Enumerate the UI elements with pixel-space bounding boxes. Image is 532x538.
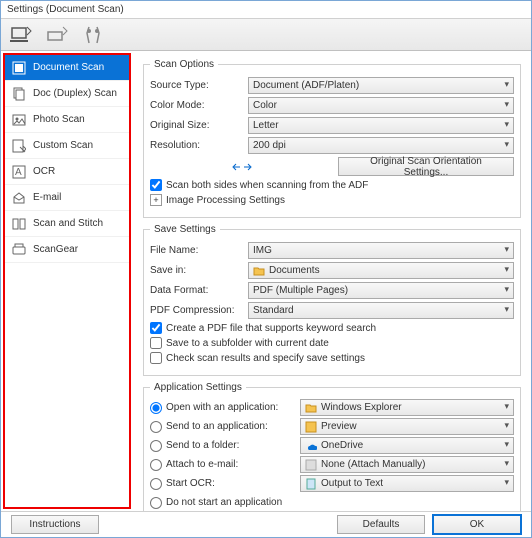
custom-scan-icon: [11, 138, 27, 154]
save-in-select[interactable]: Documents: [248, 262, 514, 279]
scan-options-legend: Scan Options: [150, 59, 218, 70]
send-to-folder-select[interactable]: OneDrive: [300, 437, 514, 454]
source-type-select[interactable]: Document (ADF/Platen): [248, 77, 514, 94]
start-ocr-label: Start OCR:: [166, 478, 215, 489]
sidebar-item-label: Document Scan: [33, 62, 104, 73]
start-ocr-select[interactable]: Output to Text: [300, 475, 514, 492]
save-settings-group: Save Settings File Name: IMG Save in: Do…: [143, 224, 521, 376]
window-title: Settings (Document Scan): [7, 4, 124, 15]
scan-both-sides-checkbox[interactable]: [150, 179, 162, 191]
onedrive-icon: [304, 439, 317, 452]
email-icon: [11, 190, 27, 206]
image-processing-label: Image Processing Settings: [166, 195, 285, 206]
data-format-label: Data Format:: [150, 285, 248, 296]
save-subfolder-checkbox[interactable]: [150, 337, 162, 349]
application-settings-group: Application Settings Open with an applic…: [143, 382, 521, 511]
resolution-select[interactable]: 200 dpi: [248, 137, 514, 154]
pdf-compression-label: PDF Compression:: [150, 305, 248, 316]
sidebar-item-label: Doc (Duplex) Scan: [33, 88, 117, 99]
send-to-app-label: Send to an application:: [166, 421, 268, 432]
document-scan-icon: [11, 60, 27, 76]
check-scan-results-label: Check scan results and specify save sett…: [166, 353, 365, 364]
sidebar-item-label: OCR: [33, 166, 55, 177]
sidebar-item-custom-scan[interactable]: Custom Scan: [5, 133, 129, 159]
save-subfolder-label: Save to a subfolder with current date: [166, 338, 329, 349]
sidebar-item-photo-scan[interactable]: Photo Scan: [5, 107, 129, 133]
send-to-folder-label: Send to a folder:: [166, 440, 239, 451]
scan-options-group: Scan Options Source Type: Document (ADF/…: [143, 59, 521, 218]
create-pdf-keyword-checkbox[interactable]: [150, 322, 162, 334]
scan-both-sides-label: Scan both sides when scanning from the A…: [166, 180, 368, 191]
sidebar-item-scangear[interactable]: ScanGear: [5, 237, 129, 263]
sidebar-item-doc-duplex-scan[interactable]: Doc (Duplex) Scan: [5, 81, 129, 107]
photo-scan-icon: [11, 112, 27, 128]
sidebar-item-email[interactable]: E-mail: [5, 185, 129, 211]
general-settings-icon[interactable]: [81, 23, 105, 47]
sidebar-item-label: Scan and Stitch: [33, 218, 103, 229]
check-scan-results-checkbox[interactable]: [150, 352, 162, 364]
stitch-icon: [11, 216, 27, 232]
open-with-app-radio[interactable]: [150, 402, 162, 414]
create-pdf-keyword-label: Create a PDF file that supports keyword …: [166, 323, 376, 334]
link-icon[interactable]: [232, 161, 252, 173]
sidebar: Document Scan Doc (Duplex) Scan Photo Sc…: [3, 53, 131, 509]
ocr-icon: A: [11, 164, 27, 180]
folder-icon: [252, 264, 265, 277]
image-processing-expander[interactable]: + Image Processing Settings: [150, 194, 514, 206]
pdf-compression-select[interactable]: Standard: [248, 302, 514, 319]
text-output-icon: [304, 477, 317, 490]
send-to-app-select[interactable]: Preview: [300, 418, 514, 435]
color-mode-select[interactable]: Color: [248, 97, 514, 114]
original-size-select[interactable]: Letter: [248, 117, 514, 134]
plus-icon: +: [150, 194, 162, 206]
no-start-app-label: Do not start an application: [166, 497, 282, 508]
sidebar-item-scan-stitch[interactable]: Scan and Stitch: [5, 211, 129, 237]
save-in-label: Save in:: [150, 265, 248, 276]
duplex-scan-icon: [11, 86, 27, 102]
instructions-button[interactable]: Instructions: [11, 515, 99, 534]
sidebar-item-label: ScanGear: [33, 244, 78, 255]
sidebar-item-label: E-mail: [33, 192, 61, 203]
open-with-app-label: Open with an application:: [166, 402, 278, 413]
explorer-icon: [304, 401, 317, 414]
sidebar-item-document-scan[interactable]: Document Scan: [5, 55, 129, 81]
file-name-input[interactable]: IMG: [248, 242, 514, 259]
svg-text:A: A: [15, 167, 22, 178]
resolution-label: Resolution:: [150, 140, 248, 151]
save-settings-legend: Save Settings: [150, 224, 220, 235]
attach-email-radio[interactable]: [150, 459, 162, 471]
send-to-app-radio[interactable]: [150, 421, 162, 433]
open-with-app-select[interactable]: Windows Explorer: [300, 399, 514, 416]
original-size-label: Original Size:: [150, 120, 248, 131]
attach-email-label: Attach to e-mail:: [166, 459, 238, 470]
scan-from-panel-icon[interactable]: [45, 23, 69, 47]
sidebar-item-label: Photo Scan: [33, 114, 85, 125]
source-type-label: Source Type:: [150, 80, 248, 91]
titlebar: Settings (Document Scan): [1, 1, 531, 19]
sidebar-item-ocr[interactable]: A OCR: [5, 159, 129, 185]
defaults-button[interactable]: Defaults: [337, 515, 425, 534]
application-settings-legend: Application Settings: [150, 382, 246, 393]
sidebar-item-label: Custom Scan: [33, 140, 93, 151]
preview-icon: [304, 420, 317, 433]
main-panel: Scan Options Source Type: Document (ADF/…: [133, 51, 531, 511]
file-name-label: File Name:: [150, 245, 248, 256]
no-start-app-radio[interactable]: [150, 497, 162, 509]
none-icon: [304, 458, 317, 471]
attach-email-select[interactable]: None (Attach Manually): [300, 456, 514, 473]
send-to-folder-radio[interactable]: [150, 440, 162, 452]
scangear-icon: [11, 242, 27, 258]
color-mode-label: Color Mode:: [150, 100, 248, 111]
footer: Instructions Defaults OK: [1, 511, 531, 537]
start-ocr-radio[interactable]: [150, 478, 162, 490]
data-format-select[interactable]: PDF (Multiple Pages): [248, 282, 514, 299]
ok-button[interactable]: OK: [433, 515, 521, 534]
scan-from-computer-icon[interactable]: [9, 23, 33, 47]
toolbar: [1, 19, 531, 51]
orientation-settings-button[interactable]: Original Scan Orientation Settings...: [338, 157, 514, 176]
